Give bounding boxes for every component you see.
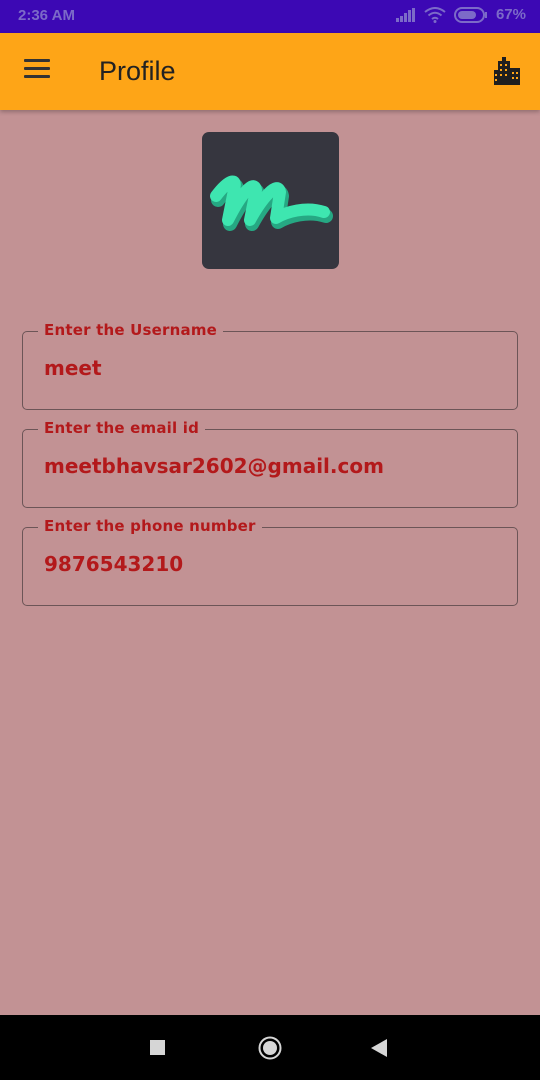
app-logo: [202, 132, 339, 269]
username-field[interactable]: Enter the Username meet: [22, 321, 518, 410]
username-value: meet: [44, 356, 102, 380]
status-bar: 2:36 AM 67%: [0, 0, 540, 33]
battery-percent: 67%: [495, 6, 526, 23]
home-circle-icon[interactable]: [258, 1036, 282, 1060]
status-time: 2:36 AM: [18, 7, 75, 24]
phone-label: Enter the phone number: [38, 517, 262, 535]
email-value: meetbhavsar2602@gmail.com: [44, 454, 384, 478]
email-label: Enter the email id: [38, 419, 206, 437]
username-label: Enter the Username: [38, 321, 224, 339]
logo-m-icon: [210, 175, 333, 231]
app-bar: Profile: [0, 33, 540, 110]
status-icons: 67%: [395, 6, 526, 23]
signal-icon: [395, 7, 415, 22]
wifi-icon: [424, 6, 446, 23]
page-title: Profile: [99, 56, 176, 86]
hamburger-menu-icon[interactable]: [24, 59, 52, 83]
phone-value: 9876543210: [44, 552, 184, 576]
battery-icon: [453, 6, 487, 23]
recents-square-icon[interactable]: [150, 1040, 165, 1055]
building-icon[interactable]: [494, 57, 520, 85]
email-field[interactable]: Enter the email id meetbhavsar2602@gmail…: [22, 419, 518, 508]
phone-field[interactable]: Enter the phone number 9876543210: [22, 517, 518, 606]
back-triangle-icon[interactable]: [370, 1038, 388, 1058]
navigation-bar: [0, 1015, 540, 1080]
